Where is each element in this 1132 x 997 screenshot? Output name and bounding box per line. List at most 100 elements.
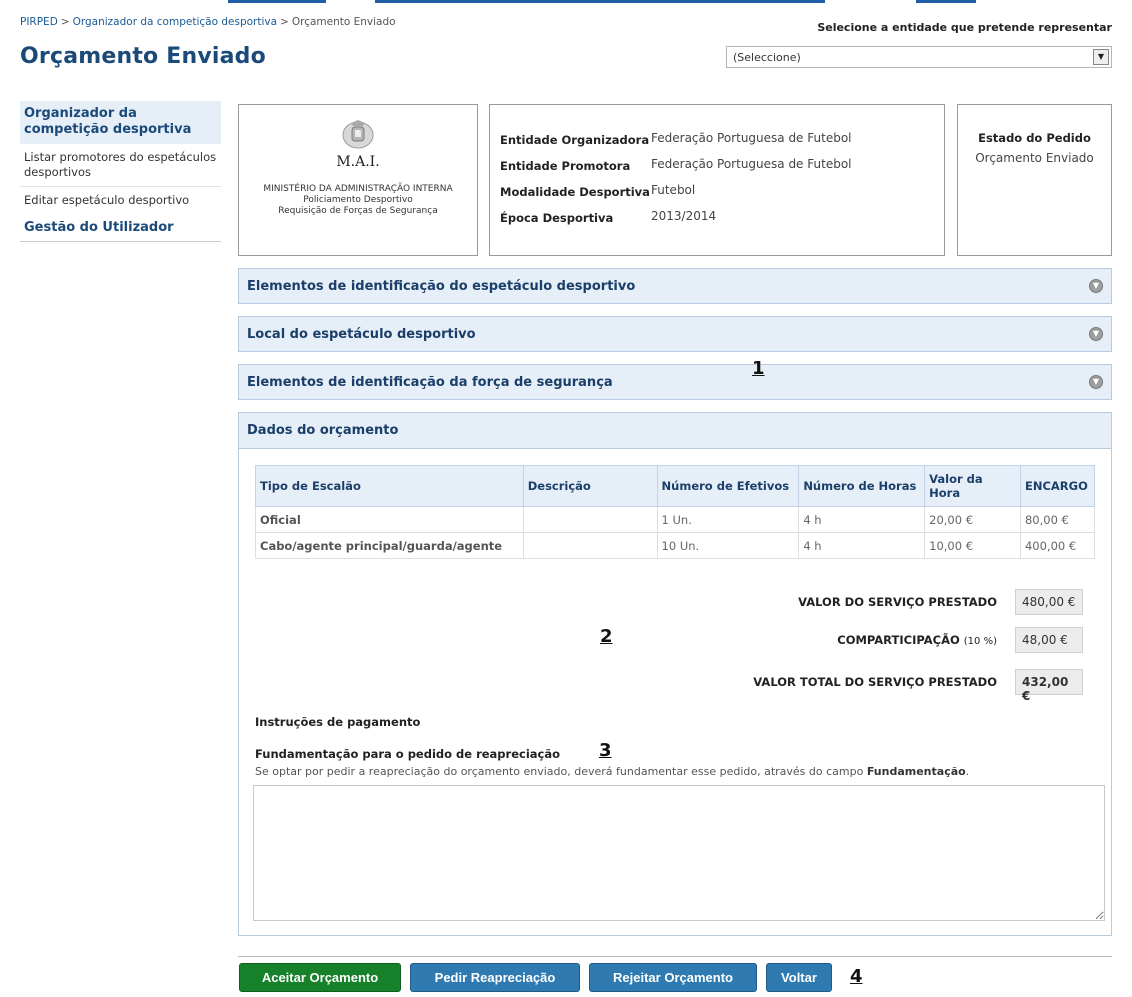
expand-icon[interactable]: ▼ (1089, 327, 1103, 341)
breadcrumb-current: Orçamento Enviado (291, 16, 396, 28)
breadcrumb-separator: > (60, 16, 70, 28)
cell-escalao: Cabo/agente principal/guarda/agente (255, 532, 524, 559)
column-header: Tipo de Escalão (255, 465, 524, 507)
column-header: Número de Efetivos (656, 465, 800, 507)
info-value: Federação Portuguesa de Futebol (651, 131, 852, 145)
budget-table: Tipo de Escalão Descrição Número de Efet… (255, 465, 1096, 559)
total-row-comparticipacao: COMPARTICIPAÇÃO (10 %) 48,00 € (837, 627, 1083, 653)
cell-descricao (522, 532, 658, 559)
request-status-box: Estado do Pedido Orçamento Enviado (957, 104, 1112, 256)
column-header: Número de Horas (798, 465, 926, 507)
expand-icon[interactable]: ▼ (1089, 279, 1103, 293)
ministry-name: MINISTÉRIO DA ADMINISTRAÇÃO INTERNA (263, 184, 453, 194)
ministry-logo-box: M.A.I. MINISTÉRIO DA ADMINISTRAÇÃO INTER… (238, 104, 478, 256)
accordion-title: Elementos de identificação do espetáculo… (247, 278, 636, 294)
info-value: Futebol (651, 183, 696, 197)
comparticipacao-label: COMPARTICIPAÇÃO (837, 633, 960, 647)
chevron-down-icon[interactable]: ▼ (1093, 49, 1109, 65)
total-value-servico: 480,00 € (1015, 589, 1083, 615)
coat-of-arms-icon (342, 120, 374, 149)
fundamentacao-title: Fundamentação para o pedido de reaprecia… (255, 747, 560, 761)
top-accent-bar (0, 0, 1132, 8)
table-row: Oficial 1 Un. 4 h 20,00 € 80,00 € (255, 506, 1096, 533)
info-row: Modalidade Desportiva Futebol (500, 177, 934, 203)
comparticipacao-percent: (10 %) (963, 636, 997, 647)
total-value-comparticipacao: 48,00 € (1015, 627, 1083, 653)
cell-encargo: 400,00 € (1019, 532, 1096, 559)
info-label: Entidade Promotora (500, 159, 631, 173)
cell-valor-hora: 10,00 € (924, 532, 1021, 559)
accordion-title: Elementos de identificação da força de s… (247, 374, 613, 390)
annotation-marker-4: 4 (850, 966, 863, 987)
budget-panel-title: Dados do orçamento (239, 413, 1111, 449)
info-label: Época Desportiva (500, 211, 614, 225)
ministry-subtitle: Policiamento Desportivo (303, 195, 413, 205)
annotation-marker-1: 1 (752, 358, 765, 379)
status-value: Orçamento Enviado (975, 151, 1094, 165)
info-label: Modalidade Desportiva (500, 185, 650, 199)
entity-select[interactable]: (Seleccione) ▼ (726, 46, 1112, 68)
entity-select-value: (Seleccione) (733, 51, 801, 64)
entity-select-label: Selecione a entidade que pretende repres… (817, 21, 1112, 34)
info-row: Entidade Organizadora Federação Portugue… (500, 125, 934, 151)
annotation-marker-3: 3 (599, 740, 612, 761)
info-label: Entidade Organizadora (500, 133, 650, 147)
breadcrumb-separator: > (280, 16, 289, 28)
accept-budget-button[interactable]: Aceitar Orçamento (239, 963, 401, 992)
total-row-servico: VALOR DO SERVIÇO PRESTADO 480,00 € (798, 589, 1083, 615)
accordion-forca-seguranca[interactable]: Elementos de identificação da força de s… (238, 364, 1112, 400)
payment-instructions-label: Instruções de pagamento (255, 715, 421, 729)
back-button[interactable]: Voltar (766, 963, 832, 992)
accordion-identificacao-espetaculo[interactable]: Elementos de identificação do espetáculo… (238, 268, 1112, 304)
total-value-total: 432,00 € (1015, 669, 1083, 703)
request-info-box: Entidade Organizadora Federação Portugue… (489, 104, 945, 256)
cell-horas: 4 h (798, 506, 926, 533)
ministry-subtitle-2: Requisição de Forças de Segurança (278, 206, 438, 216)
info-value: Federação Portuguesa de Futebol (651, 157, 852, 171)
cell-horas: 4 h (798, 532, 926, 559)
accordion-local-espetaculo[interactable]: Local do espetáculo desportivo ▼ (238, 316, 1112, 352)
cell-descricao (522, 506, 658, 533)
table-header-row: Tipo de Escalão Descrição Número de Efet… (255, 465, 1096, 507)
budget-panel: Dados do orçamento Tipo de Escalão Descr… (238, 412, 1112, 936)
reject-budget-button[interactable]: Rejeitar Orçamento (589, 963, 757, 992)
actions-divider (238, 956, 1112, 957)
table-row: Cabo/agente principal/guarda/agente 10 U… (255, 532, 1096, 559)
sidebar-item-listar-promotores[interactable]: Listar promotores do espetáculos desport… (20, 144, 221, 187)
fundamentacao-help: Se optar por pedir a reapreciação do orç… (255, 765, 969, 778)
fundamentacao-textarea[interactable] (253, 785, 1105, 921)
annotation-marker-2: 2 (600, 626, 613, 647)
page-title: Orçamento Enviado (20, 44, 266, 69)
fundamentacao-help-end: . (965, 765, 970, 778)
cell-efetivos: 1 Un. (656, 506, 800, 533)
column-header: Valor da Hora (924, 465, 1021, 507)
breadcrumb-link-organizador[interactable]: Organizador da competição desportiva (73, 16, 277, 28)
sidebar-section-gestao-utilizador[interactable]: Gestão do Utilizador (20, 214, 221, 242)
sidebar: Organizador da competição desportiva Lis… (20, 101, 221, 242)
mai-acronym: M.A.I. (336, 154, 380, 170)
info-row: Época Desportiva 2013/2014 (500, 203, 934, 229)
cell-efetivos: 10 Un. (656, 532, 800, 559)
total-label: COMPARTICIPAÇÃO (10 %) (837, 633, 997, 647)
total-label: VALOR DO SERVIÇO PRESTADO (798, 595, 997, 609)
fundamentacao-help-text: Se optar por pedir a reapreciação do orç… (255, 765, 867, 778)
request-reassessment-button[interactable]: Pedir Reapreciação (410, 963, 580, 992)
cell-valor-hora: 20,00 € (924, 506, 1021, 533)
column-header: Descrição (522, 465, 658, 507)
expand-icon[interactable]: ▼ (1089, 375, 1103, 389)
info-value: 2013/2014 (651, 209, 717, 223)
total-label: VALOR TOTAL DO SERVIÇO PRESTADO (753, 675, 997, 689)
status-label: Estado do Pedido (978, 131, 1091, 145)
cell-escalao: Oficial (255, 506, 524, 533)
fundamentacao-help-bold: Fundamentação (866, 765, 966, 778)
breadcrumb-link-pirped[interactable]: PIRPED (20, 16, 58, 28)
accordion-title: Local do espetáculo desportivo (247, 326, 476, 342)
column-header: ENCARGO (1019, 465, 1096, 507)
breadcrumb: PIRPED > Organizador da competição desport… (20, 16, 396, 28)
ministry-text: MINISTÉRIO DA ADMINISTRAÇÃO INTERNA Poli… (239, 184, 477, 217)
total-row-total: VALOR TOTAL DO SERVIÇO PRESTADO 432,00 € (753, 669, 1083, 703)
sidebar-section-organizador[interactable]: Organizador da competição desportiva (20, 101, 221, 144)
sidebar-item-editar-espetaculo[interactable]: Editar espetáculo desportivo (20, 187, 221, 214)
cell-encargo: 80,00 € (1019, 506, 1096, 533)
info-row: Entidade Promotora Federação Portuguesa … (500, 151, 934, 177)
